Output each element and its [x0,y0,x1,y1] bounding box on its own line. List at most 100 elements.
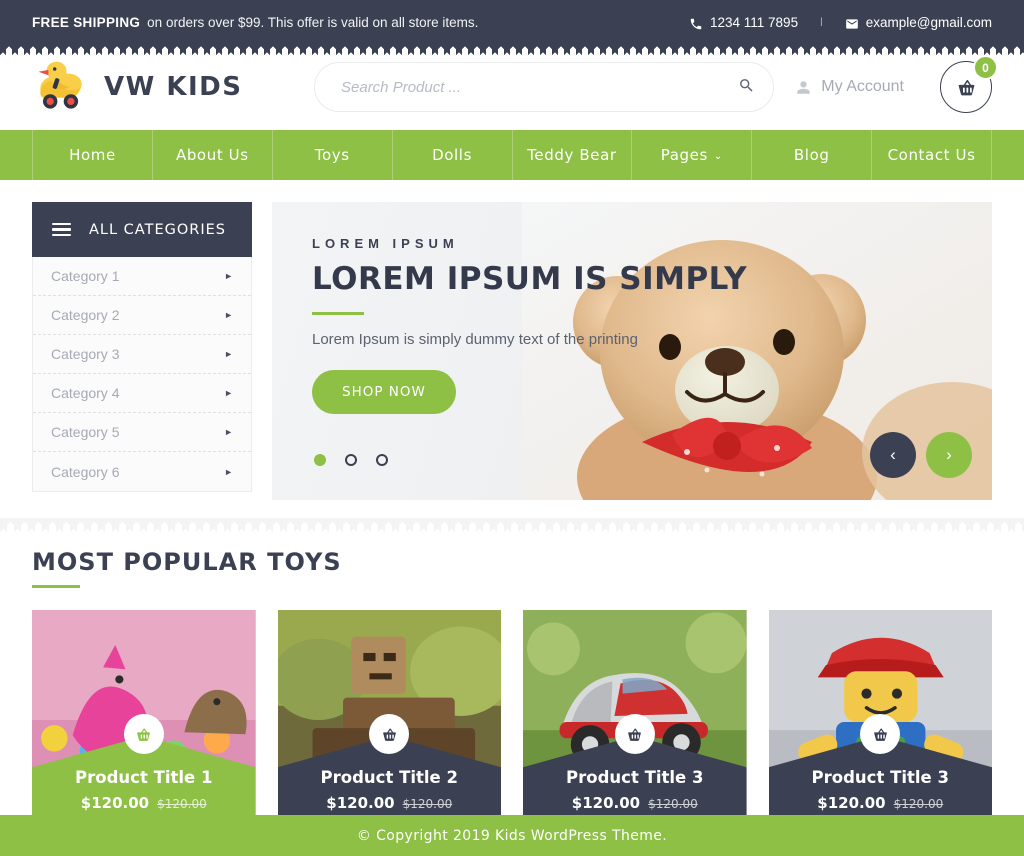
cart-count-badge: 0 [973,55,998,80]
shipping-headline: FREE SHIPPING [32,14,141,30]
nav-item-contact-us[interactable]: Contact Us [872,130,992,180]
main-navigation: Home About Us Toys Dolls Teddy Bear Page… [0,130,1024,180]
topbar-divider: l [820,15,823,29]
sidebar-item-category-6[interactable]: Category 6 ► [33,452,251,491]
product-prices: $120.00 $120.00 [572,794,698,812]
hero-carousel: LOREM IPSUM LOREM IPSUM IS SIMPLY Lorem … [272,202,992,500]
user-icon [797,80,811,94]
hero-kicker: LOREM IPSUM [312,236,459,251]
shopping-basket-icon [873,727,888,741]
sidebar-item-category-3[interactable]: Category 3 ► [33,335,251,374]
my-account-label: My Account [821,78,904,95]
logo-text: VW KIDS [104,72,243,102]
nav-item-dolls[interactable]: Dolls [393,130,513,180]
search-button[interactable] [736,77,756,97]
nav-item-about-us[interactable]: About Us [153,130,273,180]
all-categories-toggle[interactable]: ALL CATEGORIES [32,202,252,257]
carousel-dot-1[interactable] [314,454,326,466]
section-zigzag-divider [0,518,1024,532]
all-categories-label: ALL CATEGORIES [89,221,226,238]
product-old-price: $120.00 [157,797,207,811]
my-account-link[interactable]: My Account [796,78,904,96]
nav-label: About Us [175,146,249,164]
product-title: Product Title 3 [811,768,949,787]
add-to-cart-button[interactable] [614,714,655,754]
product-price: $120.00 [326,794,395,812]
logo[interactable]: VW KIDS [32,60,282,114]
category-sidebar: ALL CATEGORIES Category 1 ► Category 2 ►… [32,202,252,500]
chevron-down-icon: ⌄ [713,150,723,162]
chevron-right-icon: ► [224,427,233,437]
product-old-price: $120.00 [648,797,698,811]
email-contact[interactable]: example@gmail.com [845,15,992,30]
product-title: Product Title 1 [75,768,213,787]
category-label: Category 4 [51,385,120,401]
nav-item-teddy-bear[interactable]: Teddy Bear [513,130,633,180]
main-content-area: ALL CATEGORIES Category 1 ► Category 2 ►… [0,180,1024,500]
product-card[interactable]: 8 Product Title 3 $120.00 $120.00 [768,610,992,828]
header-actions: My Account 0 [796,55,998,113]
site-footer: © Copyright 2019 Kids WordPress Theme. [0,815,1024,856]
add-to-cart-button[interactable] [123,714,164,754]
nav-label: Pages [660,146,708,164]
add-to-cart-button[interactable] [860,714,901,754]
product-grid: Product Title 1 $120.00 $120.00 Product … [32,610,992,828]
chevron-right-icon: ► [224,310,233,320]
category-label: Category 6 [51,463,120,480]
product-title: Product Title 2 [320,768,458,787]
phone-contact[interactable]: 1234 111 7895 [689,15,798,30]
hero-description: Lorem Ipsum is simply dummy text of the … [312,330,638,348]
product-card[interactable]: Product Title 3 $120.00 $120.00 [523,610,747,828]
add-to-cart-button[interactable] [369,714,410,754]
carousel-dot-3[interactable] [376,454,388,466]
nav-item-blog[interactable]: Blog [752,130,873,180]
envelope-icon [845,19,858,29]
duck-on-wheels-logo-icon [38,61,82,109]
category-label: Category 5 [51,424,120,440]
hero-accent-rule [312,311,364,315]
nav-label: Dolls [432,146,472,164]
product-old-price: $120.00 [402,797,453,811]
nav-item-toys[interactable]: Toys [273,130,393,180]
site-header: VW KIDS My Account 0 [0,44,1024,130]
search-bar [314,62,774,112]
nav-label: Teddy Bear [527,146,617,164]
product-card[interactable]: Product Title 1 $120.00 $120.00 [32,610,256,828]
sidebar-item-category-1[interactable]: Category 1 ► [33,257,251,296]
carousel-prev-button[interactable]: ‹ [870,432,916,478]
shop-now-button[interactable]: SHOP NOW [312,369,456,414]
shopping-basket-icon [958,79,975,95]
cart-widget[interactable]: 0 [940,55,998,113]
sidebar-item-category-4[interactable]: Category 4 ► [33,374,251,413]
nav-item-pages[interactable]: Pages ⌄ [632,130,753,180]
category-list: Category 1 ► Category 2 ► Category 3 ► C… [32,257,252,492]
zigzag-edge-decoration [0,43,1024,55]
product-card[interactable]: Product Title 2 $120.00 $120.00 [277,610,501,828]
shopping-basket-icon [137,727,151,741]
carousel-dot-2[interactable] [345,454,357,466]
carousel-controls: ‹ › [870,432,972,478]
nav-label: Toys [314,146,350,164]
nav-item-home[interactable]: Home [32,130,153,180]
category-label: Category 3 [51,346,120,362]
section-title: MOST POPULAR TOYS [32,548,342,576]
chevron-right-icon: ► [224,466,233,477]
carousel-next-button[interactable]: › [926,432,972,478]
product-prices: $120.00 $120.00 [817,794,943,812]
email-address: example@gmail.com [865,14,992,30]
shopping-basket-icon [628,727,642,741]
chevron-right-icon: ► [224,349,233,359]
sidebar-item-category-2[interactable]: Category 2 ► [33,296,251,335]
sidebar-item-category-5[interactable]: Category 5 ► [33,413,251,452]
product-prices: $120.00 $120.00 [81,794,207,812]
product-price: $120.00 [571,794,641,812]
nav-label: Blog [793,146,830,164]
product-title: Product Title 3 [566,768,704,787]
shopping-basket-icon [382,727,397,741]
phone-number: 1234 111 7895 [709,14,799,30]
product-price: $120.00 [80,794,150,812]
phone-icon [690,18,702,30]
carousel-pagination [314,454,388,466]
search-input[interactable] [314,62,774,112]
topbar-contacts: 1234 111 7895 l example@gmail.com [689,15,992,30]
